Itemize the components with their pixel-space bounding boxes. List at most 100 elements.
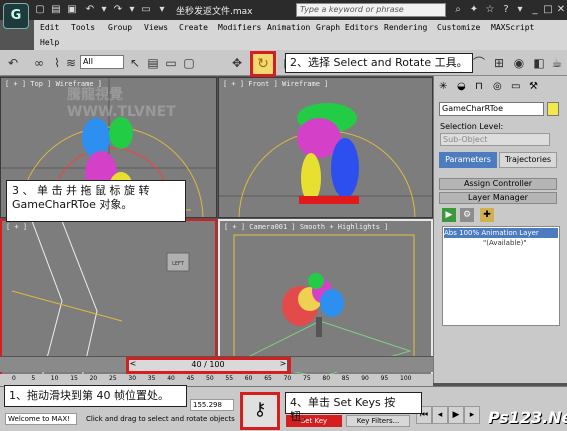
- select-by-name-icon[interactable]: ▤: [144, 54, 162, 72]
- select-object-icon[interactable]: ↖: [126, 54, 144, 72]
- menu-help[interactable]: Help: [40, 38, 59, 47]
- callout-step-1: 1、拖动滑块到第 40 帧位置处。: [4, 385, 187, 407]
- maxscript-listener[interactable]: Welcome to MAX!: [5, 413, 77, 425]
- select-and-rotate-button[interactable]: ↻: [250, 51, 276, 77]
- motion-tab-icon[interactable]: ◎: [493, 81, 502, 92]
- viewport-front[interactable]: [ + ] Front ] Wireframe ]: [218, 77, 433, 218]
- title-bar: ▢ ▤ ▣ ↶ ▾ ↷ ▾ ▭ ▾ 坐秒发返文件.max Type a keyw…: [0, 0, 567, 20]
- prev-frame-icon[interactable]: ◂: [432, 406, 448, 424]
- undo-dropdown-icon[interactable]: ▾: [98, 4, 110, 16]
- undo-tool-icon[interactable]: ↶: [4, 54, 22, 72]
- sub-object-dropdown[interactable]: Sub-Object: [440, 133, 550, 146]
- viewport-left[interactable]: LEFT [ + ]: [0, 219, 217, 379]
- schematic-view-icon[interactable]: ⊞: [490, 54, 508, 72]
- subscription-icon[interactable]: ✦: [467, 3, 481, 17]
- layer-add-icon[interactable]: ✚: [480, 208, 494, 222]
- selection-level-label: Selection Level:: [440, 122, 504, 131]
- abs-label: Abs: [444, 229, 457, 237]
- new-file-icon[interactable]: ▢: [34, 4, 46, 16]
- menu-tools[interactable]: Tools: [71, 23, 95, 32]
- menu-edit[interactable]: Edit: [40, 23, 59, 32]
- frame-tick-label: 15: [70, 375, 78, 382]
- frame-tick-label: 85: [341, 375, 350, 382]
- frame-tick-label: 55: [225, 375, 234, 382]
- frame-tick-label: 5: [31, 375, 36, 382]
- play-icon[interactable]: ▶: [448, 406, 464, 424]
- play-layer-icon[interactable]: ▶: [442, 208, 456, 222]
- menu-create[interactable]: Create: [179, 23, 208, 32]
- viewport-camera-label[interactable]: [ + ] Camera001 ] Smooth + Highlights ]: [224, 223, 388, 231]
- frame-tick-label: 20: [89, 375, 98, 382]
- redo-dropdown-icon[interactable]: ▾: [126, 4, 138, 16]
- object-color-swatch[interactable]: [547, 102, 559, 116]
- frame-tick-label: 10: [50, 375, 59, 382]
- bind-space-warp-icon[interactable]: ≋: [62, 54, 80, 72]
- hierarchy-tab-icon[interactable]: ⊓: [475, 81, 483, 92]
- minimize-icon[interactable]: _: [528, 3, 542, 17]
- layer-manager-rollout[interactable]: Layer Manager: [439, 192, 557, 204]
- search-input[interactable]: Type a keyword or phrase: [296, 3, 446, 17]
- menu-views[interactable]: Views: [144, 23, 168, 32]
- coordinate-z-field[interactable]: 155.298: [190, 399, 234, 411]
- next-frame-icon[interactable]: ▸: [464, 406, 480, 424]
- menu-customize[interactable]: Customize: [437, 23, 480, 32]
- link-icon[interactable]: ∞: [30, 54, 48, 72]
- menu-animation[interactable]: Animation: [267, 23, 310, 32]
- material-editor-icon[interactable]: ◉: [510, 54, 528, 72]
- layer-row-available[interactable]: "(Available)": [483, 239, 527, 247]
- key-icon: ⚷: [253, 399, 267, 420]
- set-keys-button[interactable]: ⚷: [240, 392, 280, 430]
- maximize-icon[interactable]: □: [541, 3, 555, 17]
- frame-tick-label: 50: [206, 375, 214, 382]
- save-file-icon[interactable]: ▣: [66, 4, 78, 16]
- undo-icon[interactable]: ↶: [84, 4, 96, 16]
- help-dropdown-icon[interactable]: ▾: [513, 3, 527, 17]
- communication-center-icon[interactable]: ☆: [483, 3, 497, 17]
- layer-settings-icon[interactable]: ⚙: [460, 208, 474, 222]
- render-icon[interactable]: ☕: [548, 54, 566, 72]
- menu-maxscript[interactable]: MAXScript: [491, 23, 534, 32]
- object-name-field[interactable]: GameCharRToe: [439, 102, 544, 116]
- assign-controller-rollout[interactable]: Assign Controller: [439, 178, 557, 190]
- frame-tick-label: 70: [283, 375, 292, 382]
- search-icon[interactable]: ⌕: [451, 3, 465, 17]
- menu-bar: Edit Tools Group Views Create Modifiers …: [34, 20, 567, 50]
- main-toolbar: ↶ ∞ ⌇ ≋ All ↖ ▤ ▭ ▢ ✥ ◪ ▾ ⇋ ⊟ ⌒ ⊞ ◉ ◧ ☕: [0, 50, 567, 76]
- app-logo-icon[interactable]: G: [3, 3, 29, 29]
- trajectories-tab[interactable]: Trajectories: [499, 152, 557, 168]
- viewport-camera[interactable]: [ + ] Camera001 ] Smooth + Highlights ]: [218, 219, 433, 379]
- window-crossing-icon[interactable]: ▢: [180, 54, 198, 72]
- render-setup-icon[interactable]: ◧: [530, 54, 548, 72]
- key-filters-button[interactable]: Key Filters...: [346, 415, 410, 427]
- display-tab-icon[interactable]: ▭: [511, 81, 520, 92]
- viewport-left-label[interactable]: [ + ]: [6, 223, 27, 231]
- frame-tick-label: 35: [147, 375, 156, 382]
- create-tab-icon[interactable]: ✳: [439, 81, 447, 92]
- select-and-move-icon[interactable]: ✥: [228, 54, 246, 72]
- help-icon[interactable]: ?: [499, 3, 513, 17]
- command-panel-tabs: ✳ ◒ ⊓ ◎ ▭ ⚒: [439, 81, 559, 97]
- frame-tick-label: 100: [400, 375, 412, 382]
- menu-rendering[interactable]: Rendering: [384, 23, 427, 32]
- selection-filter-dropdown[interactable]: All: [80, 55, 124, 69]
- layer-row-animation[interactable]: Abs 100% Animation Layer: [444, 228, 558, 238]
- watermark-text: 騰龍視覺 WWW.TLVNET: [67, 87, 176, 120]
- utilities-tab-icon[interactable]: ⚒: [529, 81, 538, 92]
- rectangular-selection-icon[interactable]: ▭: [162, 54, 180, 72]
- frame-tick-label: 25: [109, 375, 117, 382]
- modify-tab-icon[interactable]: ◒: [457, 81, 466, 92]
- site-watermark: Ps123.Net: [488, 408, 567, 427]
- close-icon[interactable]: ✕: [554, 3, 567, 17]
- redo-icon[interactable]: ↷: [112, 4, 124, 16]
- callout-step-2: 2、选择 Select and Rotate 工具。: [285, 53, 473, 73]
- quick-access-menu-icon[interactable]: ▾: [156, 4, 168, 16]
- open-file-icon[interactable]: ▤: [50, 4, 62, 16]
- view-cube-label[interactable]: LEFT: [172, 261, 185, 267]
- menu-group[interactable]: Group: [108, 23, 132, 32]
- parameters-tab[interactable]: Parameters: [439, 152, 497, 168]
- viewport-front-label[interactable]: [ + ] Front ] Wireframe ]: [223, 80, 328, 88]
- project-folder-icon[interactable]: ▭: [140, 4, 152, 16]
- left-viewport-scene: LEFT: [11, 221, 190, 377]
- menu-graph-editors[interactable]: Graph Editors: [316, 23, 379, 32]
- menu-modifiers[interactable]: Modifiers: [218, 23, 261, 32]
